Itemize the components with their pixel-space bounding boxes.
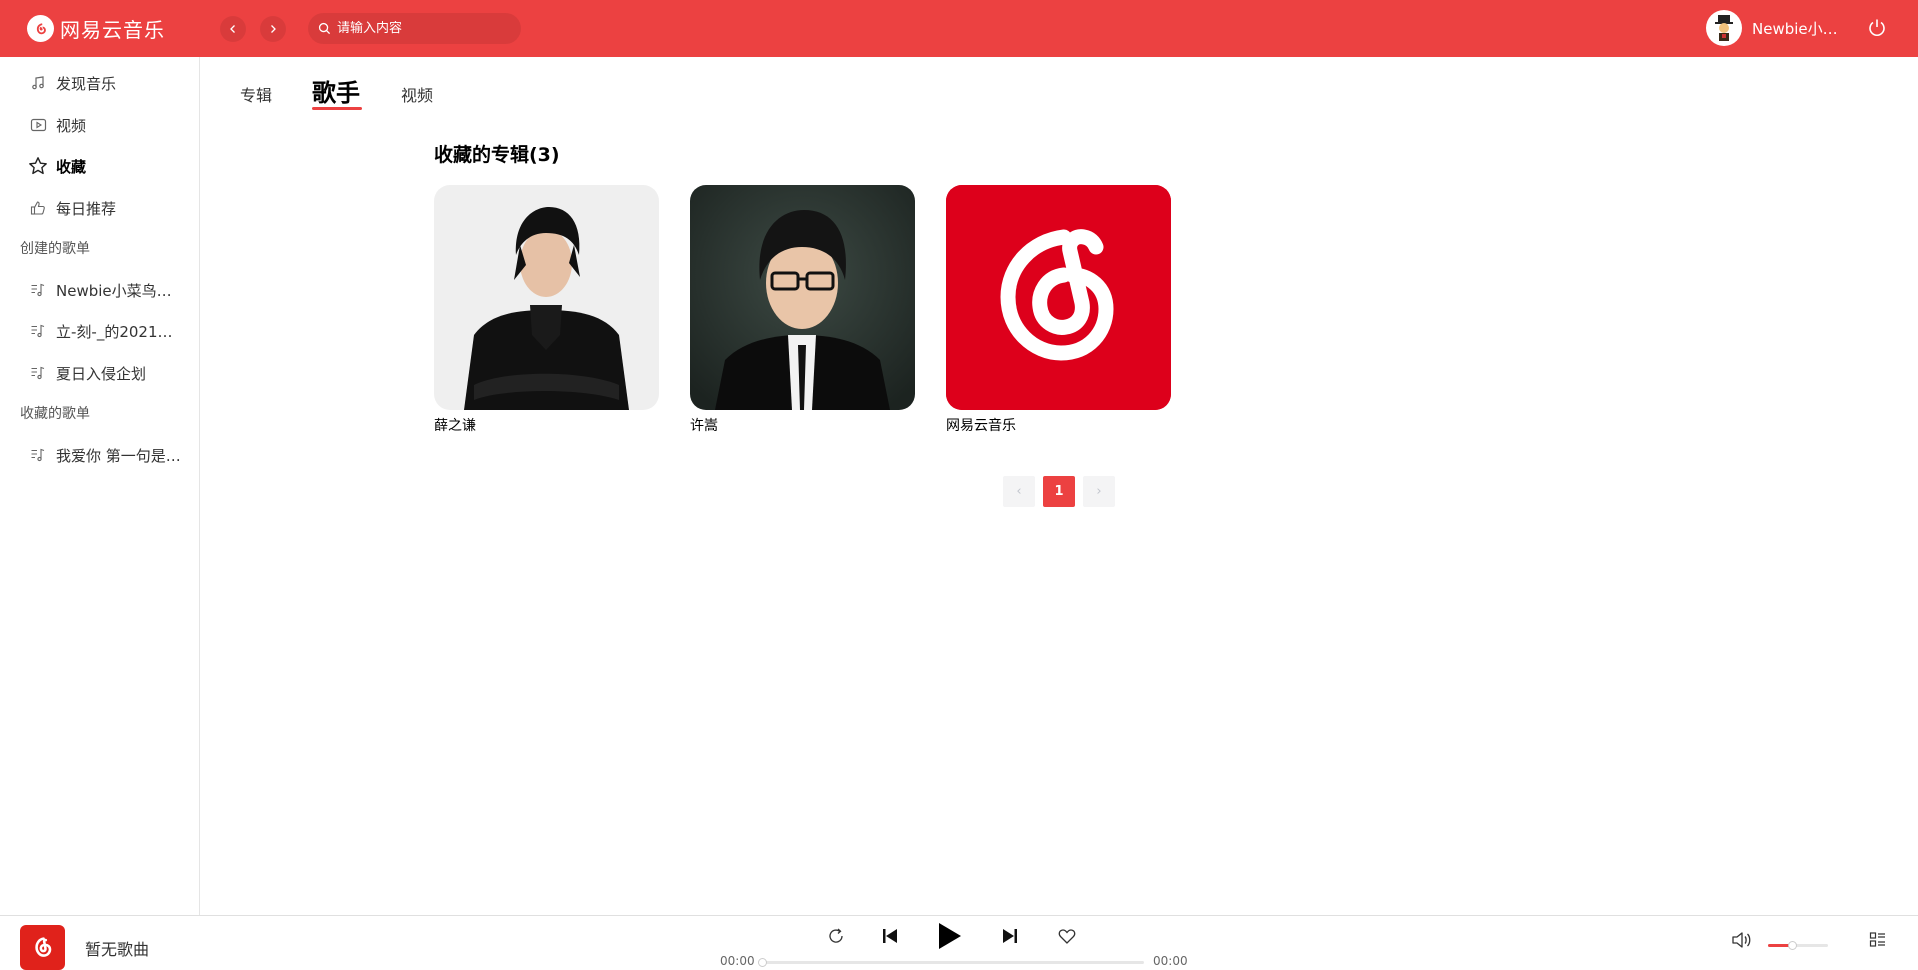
player-bar: 暂无歌曲 00:00 00:00: [0, 915, 1918, 970]
volume-handle[interactable]: [1788, 941, 1797, 950]
app-title: 网易云音乐: [60, 18, 165, 42]
artist-name[interactable]: 网易云音乐: [946, 415, 1171, 435]
music-note-icon: [28, 73, 48, 93]
playlist-icon: [28, 321, 48, 341]
artist-name[interactable]: 许嵩: [690, 415, 915, 435]
playlist-label: 我爱你 第一句是什么: [56, 446, 182, 465]
playlist-item[interactable]: 立-刻-_的2021年度歌单: [28, 319, 182, 343]
logout-button[interactable]: [1866, 17, 1888, 43]
search-input[interactable]: [337, 21, 507, 36]
heart-icon: [1058, 929, 1076, 944]
play-button[interactable]: [935, 921, 963, 951]
playlist-item[interactable]: 我爱你 第一句是什么: [28, 443, 182, 467]
active-tab-indicator: [312, 107, 362, 110]
search-box[interactable]: [308, 13, 521, 44]
sidebar-item-label: 每日推荐: [56, 199, 117, 218]
avatar[interactable]: [1706, 10, 1742, 46]
netease-logo-icon: [34, 936, 51, 957]
tab-albums[interactable]: 专辑: [240, 82, 272, 106]
user-menu[interactable]: Newbie小菜鸟: [1706, 10, 1848, 46]
playlist-label: 立-刻-_的2021年度歌单: [56, 322, 182, 341]
artist-cover[interactable]: [946, 185, 1171, 410]
sidebar-item-label: 收藏: [56, 157, 87, 176]
section-title: 收藏的专辑(3): [434, 144, 560, 166]
artist-name[interactable]: 薛之谦: [434, 415, 659, 435]
power-icon: [1869, 19, 1885, 36]
user-name[interactable]: Newbie小菜鸟: [1752, 18, 1848, 39]
playlist-item[interactable]: Newbie小菜鸟喜欢的音乐: [28, 278, 182, 302]
avatar-image: [1715, 15, 1733, 41]
chevron-left-icon: [230, 25, 235, 33]
next-track-button[interactable]: [1000, 926, 1020, 946]
artist-cover[interactable]: [434, 185, 659, 410]
playlist-label: Newbie小菜鸟喜欢的音乐: [56, 281, 182, 300]
playlist-label: 夏日入侵企划: [56, 364, 147, 383]
artist-cover[interactable]: [690, 185, 915, 410]
video-icon: [28, 115, 48, 135]
star-icon: [28, 156, 48, 176]
created-playlists-title: 创建的歌单: [20, 241, 90, 257]
volume-button[interactable]: [1731, 930, 1753, 950]
tab-singers[interactable]: 歌手: [312, 73, 360, 108]
chevron-right-icon: [271, 25, 276, 33]
page-button[interactable]: 1: [1043, 476, 1075, 507]
prev-page-button[interactable]: ‹: [1003, 476, 1035, 507]
volume-slider[interactable]: [1768, 941, 1828, 950]
sidebar-item-label: 发现音乐: [56, 74, 117, 93]
sidebar-item-favorites[interactable]: 收藏: [28, 154, 86, 178]
sidebar-item-daily[interactable]: 每日推荐: [28, 196, 116, 220]
app-logo[interactable]: 网易云音乐: [27, 14, 165, 43]
progress-slider[interactable]: [758, 958, 1144, 967]
playlist-queue-button[interactable]: [1868, 930, 1888, 950]
artist-card[interactable]: 薛之谦: [434, 185, 659, 435]
current-time: 00:00: [720, 954, 755, 968]
collected-playlists-title: 收藏的歌单: [20, 406, 90, 422]
thumbs-up-icon: [28, 198, 48, 218]
next-page-button[interactable]: ›: [1083, 476, 1115, 507]
playlist-item[interactable]: 夏日入侵企划: [28, 361, 146, 385]
pagination: ‹ 1 ›: [1003, 476, 1123, 507]
now-playing-title: 暂无歌曲: [85, 940, 150, 959]
playlist-icon: [28, 363, 48, 383]
repeat-button[interactable]: [826, 926, 846, 946]
play-icon: [939, 923, 961, 949]
sidebar-item-video[interactable]: 视频: [28, 113, 86, 137]
netease-logo-icon: [27, 15, 54, 42]
back-button[interactable]: [220, 16, 246, 42]
tab-videos[interactable]: 视频: [401, 82, 433, 106]
queue-list-icon: [1869, 932, 1885, 947]
previous-track-button[interactable]: [880, 926, 900, 946]
sidebar: 发现音乐 视频 收藏 每日推荐 创建的歌单 Newbie小菜鸟喜欢的音乐 立-刻…: [0, 57, 200, 915]
artist-card[interactable]: 网易云音乐: [946, 185, 1171, 435]
playlist-icon: [28, 280, 48, 300]
artist-card[interactable]: 许嵩: [690, 185, 915, 435]
netease-logo-icon: [946, 185, 1171, 410]
search-icon: [318, 22, 331, 35]
playlist-icon: [28, 445, 48, 465]
skip-next-icon: [1003, 929, 1017, 943]
top-bar: 网易云音乐 Newbie小菜鸟: [0, 0, 1918, 57]
volume-icon: [1732, 932, 1751, 948]
forward-button[interactable]: [260, 16, 286, 42]
progress-handle[interactable]: [758, 958, 767, 967]
sidebar-item-discover[interactable]: 发现音乐: [28, 71, 116, 95]
now-playing-cover[interactable]: [20, 925, 65, 970]
like-button[interactable]: [1057, 926, 1077, 946]
skip-previous-icon: [883, 929, 897, 943]
sidebar-item-label: 视频: [56, 116, 87, 135]
repeat-icon: [829, 928, 843, 943]
total-time: 00:00: [1153, 954, 1188, 968]
